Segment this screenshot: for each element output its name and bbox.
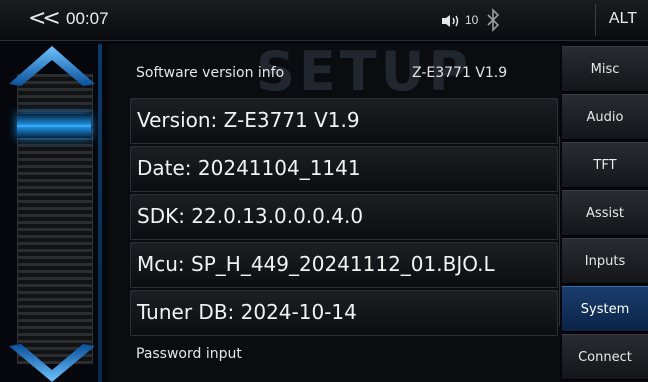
password-input-item[interactable]: Password input <box>130 340 560 380</box>
tab-tft[interactable]: TFT <box>562 142 648 188</box>
tab-assist[interactable]: Assist <box>562 190 648 236</box>
list-item-sdk[interactable]: SDK: 22.0.13.0.0.0.4.0 <box>130 194 558 240</box>
header-value: Z-E3771 V1.9 <box>412 65 508 81</box>
list-item-mcu[interactable]: Mcu: SP_H_449_20241112_01.BJO.L <box>130 242 558 288</box>
double-chevron-left-icon[interactable]: << <box>28 6 61 32</box>
header-label: Software version info <box>136 65 285 81</box>
setup-screen: << 00:07 10 ALT SETUP Software version i… <box>0 0 648 382</box>
list-item-label: Version: Z-E3771 V1.9 <box>137 108 360 132</box>
list-scrollbar <box>559 136 560 326</box>
scroll-down-arrow-icon[interactable] <box>7 344 97 382</box>
speaker-icon <box>442 15 459 27</box>
list-item-label: SDK: 22.0.13.0.0.0.4.0 <box>137 204 364 228</box>
list-item-version[interactable]: Version: Z-E3771 V1.9 <box>130 98 558 144</box>
status-bar: << 00:07 10 ALT <box>0 0 648 41</box>
alt-button[interactable]: ALT <box>603 10 643 28</box>
list-scroller <box>7 44 97 382</box>
volume-level: 10 <box>465 13 479 27</box>
list-item-label: Tuner DB: 2024-10-14 <box>137 300 357 324</box>
tab-connect[interactable]: Connect <box>562 334 648 380</box>
tab-misc[interactable]: Misc <box>562 46 648 92</box>
software-info-panel: SETUP Software version info Z-E3771 V1.9… <box>108 44 560 382</box>
password-input-label: Password input <box>136 346 242 362</box>
list-item-label: Mcu: SP_H_449_20241112_01.BJO.L <box>137 252 495 276</box>
alt-separator <box>595 4 596 36</box>
list-item-label: Date: 20241104_1141 <box>137 156 361 180</box>
scroll-up-arrow-icon[interactable] <box>7 44 97 88</box>
tab-inputs[interactable]: Inputs <box>562 238 648 284</box>
tab-system[interactable]: System <box>562 286 648 332</box>
panel-divider <box>98 44 102 382</box>
list-item-tuner-db[interactable]: Tuner DB: 2024-10-14 <box>130 290 558 336</box>
settings-tabs: Misc Audio TFT Assist Inputs System Conn… <box>562 44 648 382</box>
clock: 00:07 <box>66 9 109 28</box>
bluetooth-icon <box>487 8 500 32</box>
scroll-thumb[interactable] <box>17 114 91 138</box>
tab-audio[interactable]: Audio <box>562 94 648 140</box>
list-item-date[interactable]: Date: 20241104_1141 <box>130 146 558 192</box>
software-version-header: Software version info Z-E3771 V1.9 <box>130 60 560 88</box>
